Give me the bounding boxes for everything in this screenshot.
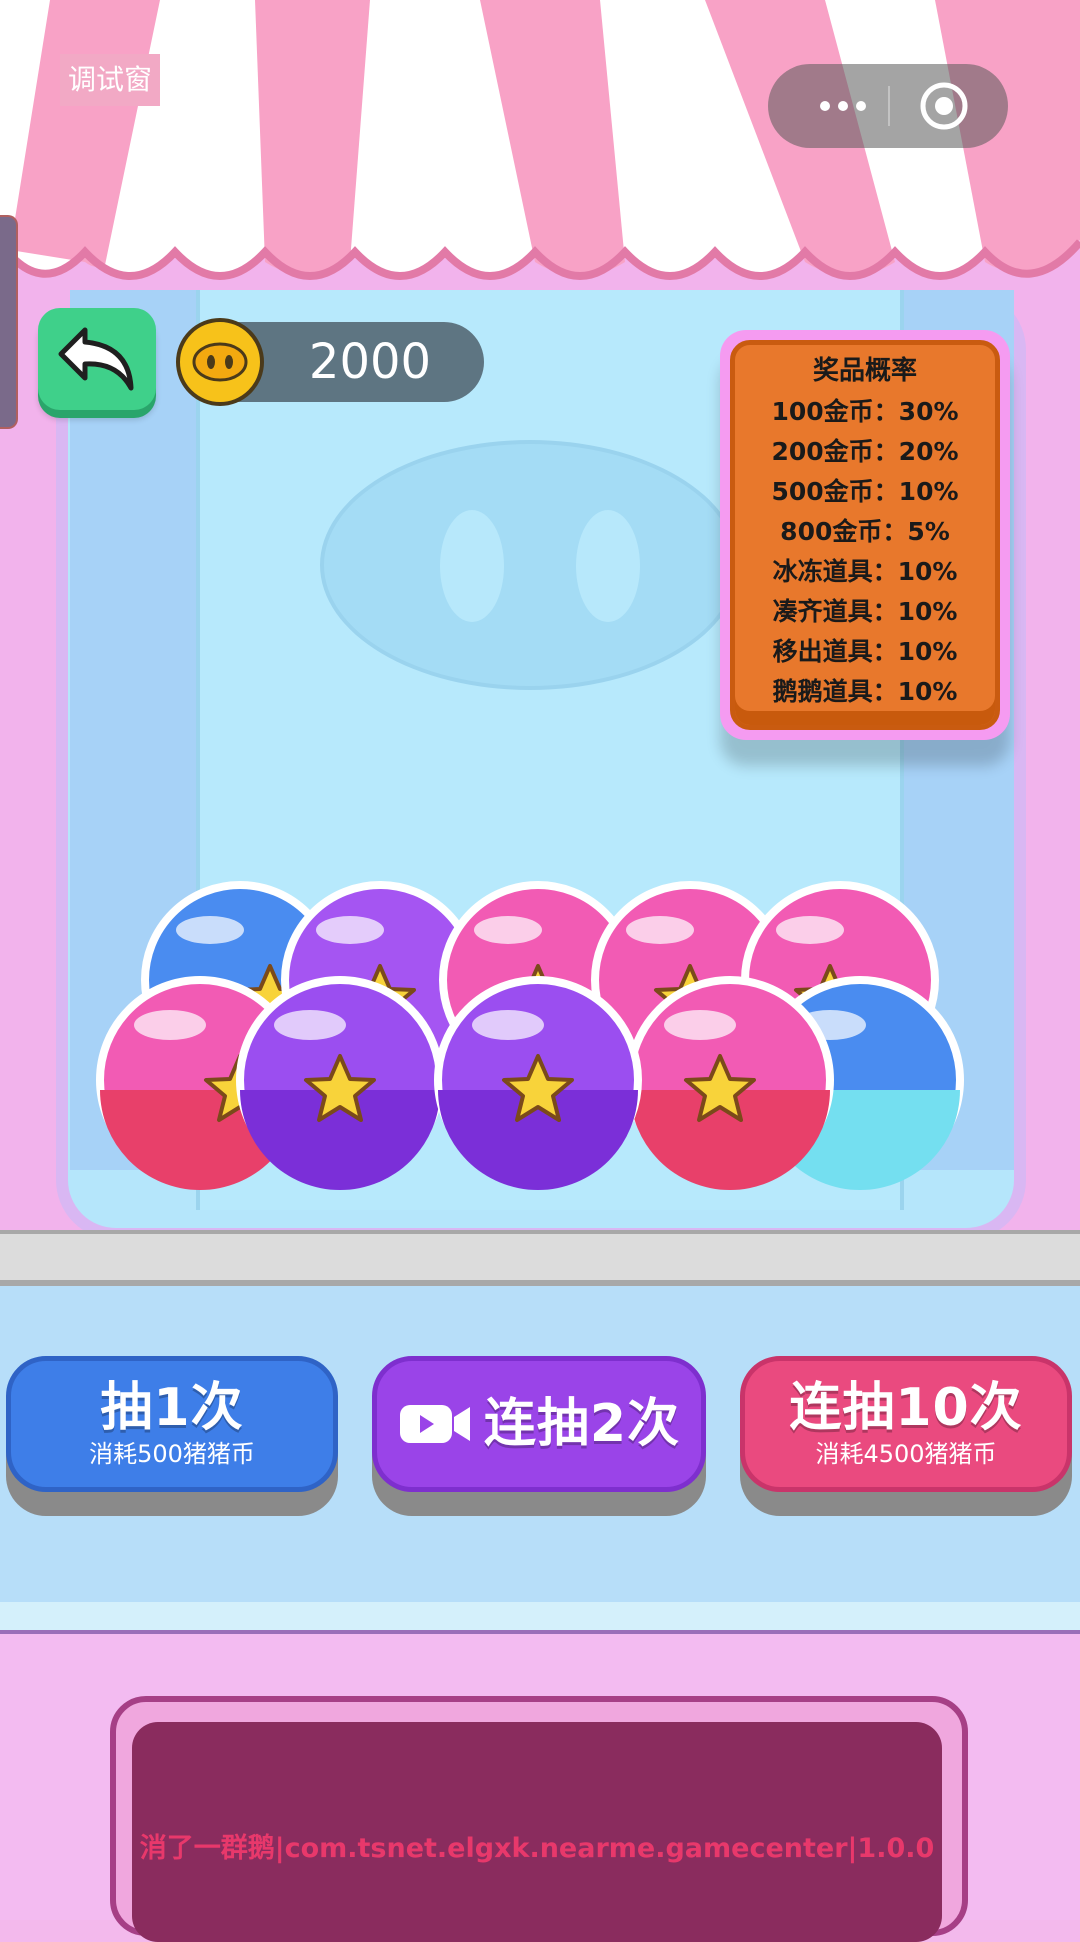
app-info-text: 消了一群鹅|com.tsnet.elgxk.nearme.gamecenter|…	[139, 1833, 935, 1864]
draw-ten-button[interactable]: 连抽10次 消耗4500猪猪币	[740, 1356, 1072, 1492]
pig-snout-decoration	[320, 440, 740, 690]
draw-ten-label: 连抽10次	[789, 1378, 1023, 1438]
prob-item: 200金币：20%	[771, 437, 959, 466]
dot	[856, 101, 866, 111]
prob-item: 100金币：30%	[771, 397, 959, 426]
awning-overlay	[0, 0, 1080, 300]
button-area-strip	[0, 1602, 1080, 1634]
back-button[interactable]	[38, 308, 156, 410]
close-target-icon[interactable]	[918, 80, 970, 132]
capsule-divider	[888, 86, 890, 126]
prob-item: 凑齐道具：10%	[772, 597, 958, 626]
video-camera-icon	[399, 1405, 470, 1443]
capsule-ball-purple	[434, 976, 642, 1190]
prob-item: 800金币：5%	[780, 517, 950, 546]
more-menu-button[interactable]	[798, 64, 888, 148]
side-drawer-tab[interactable]	[0, 215, 18, 429]
draw-once-button[interactable]: 抽1次 消耗500猪猪币	[6, 1356, 338, 1492]
draw-ten-cost: 消耗4500猪猪币	[815, 1440, 997, 1468]
pig-coin-icon	[176, 318, 264, 406]
prob-item: 冰冻道具：10%	[772, 557, 958, 586]
prob-item: 移出道具：10%	[772, 637, 958, 666]
draw-twice-row: 连抽2次	[398, 1394, 680, 1454]
capsule-ball-pile	[60, 870, 1020, 1190]
prize-probability-title: 奖品概率	[812, 356, 917, 386]
debug-window-badge[interactable]: 调试窗	[60, 54, 161, 106]
back-arrow-icon	[58, 327, 134, 391]
dot	[838, 101, 848, 111]
mini-program-capsule	[768, 64, 1008, 148]
nostril-left	[440, 510, 504, 622]
draw-once-label: 抽1次	[100, 1378, 244, 1438]
dot	[820, 101, 830, 111]
coin-balance-value: 2000	[308, 334, 432, 390]
machine-shelf	[0, 1230, 1080, 1286]
draw-twice-video-button[interactable]: 连抽2次	[372, 1356, 706, 1492]
capsule-ball-pink	[626, 976, 834, 1190]
nostril-right	[576, 510, 640, 622]
capsule-ball-purple	[236, 976, 444, 1190]
draw-twice-label: 连抽2次	[483, 1394, 681, 1454]
draw-once-cost: 消耗500猪猪币	[89, 1440, 255, 1468]
prob-item: 鹅鹅道具：10%	[772, 677, 958, 706]
prob-item: 500金币：10%	[771, 477, 959, 506]
prize-probability-list: 100金币：30% 200金币：20% 500金币：10% 800金币：5% 冰…	[730, 392, 1000, 712]
